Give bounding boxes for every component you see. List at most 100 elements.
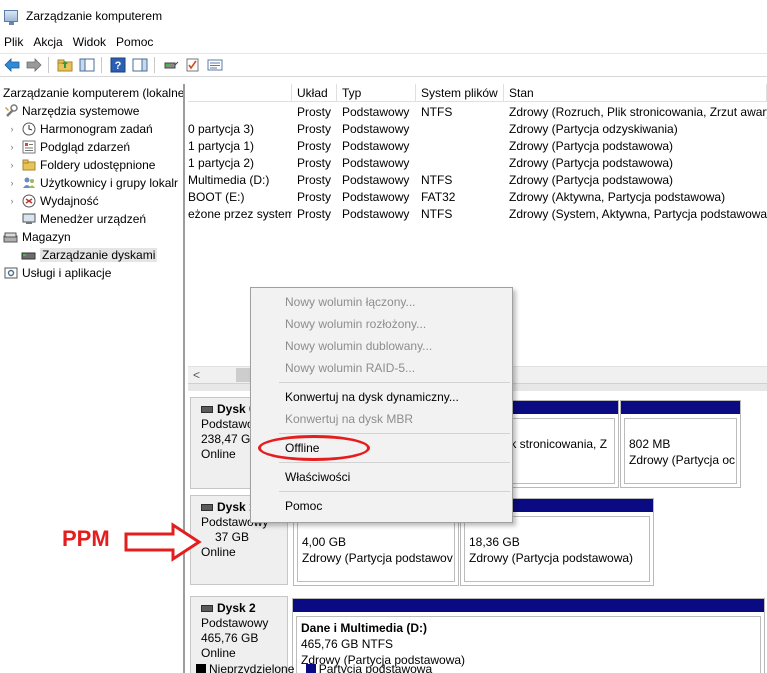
show-hide-tree-icon[interactable] xyxy=(77,55,97,75)
tree-item-shared-folders[interactable]: › Foldery udostępnione xyxy=(0,156,183,174)
tree-item-local-users[interactable]: › Użytkownicy i grupy lokalr xyxy=(0,174,183,192)
status-cell: Zdrowy (Aktywna, Partycja podstawowa) xyxy=(509,190,726,204)
tree-item-device-manager[interactable]: Menedżer urządzeń xyxy=(0,210,183,228)
layout-cell: Prosty xyxy=(297,173,332,187)
volume-name-cell: BOOT (E:) xyxy=(188,190,245,204)
filesystem-cell xyxy=(421,138,504,155)
toolbar-separator xyxy=(48,57,49,73)
filesystem-cell xyxy=(421,155,504,172)
show-action-pane-icon[interactable] xyxy=(130,55,150,75)
tree-item-services-apps[interactable]: Usługi i aplikacje xyxy=(0,264,183,282)
scroll-left-arrow-icon[interactable]: < xyxy=(193,368,200,382)
filesystem-cell: FAT32 xyxy=(421,190,456,204)
type-cell: Podstawowy xyxy=(342,156,410,170)
disk-management-icon xyxy=(21,248,37,262)
partition-body: 802 MB Zdrowy (Partycja oc xyxy=(624,418,737,484)
performance-icon xyxy=(21,194,37,208)
tree-item-label: Zarządzanie dyskami xyxy=(40,248,158,262)
volume-name-cell: 1 partycja 2) xyxy=(188,156,255,170)
filesystem-cell xyxy=(421,121,504,138)
tools-icon xyxy=(3,104,19,118)
tree-item-computer-management[interactable]: Zarządzanie komputerem (lokalne xyxy=(0,84,183,102)
up-folder-icon[interactable] xyxy=(55,55,75,75)
menu-help[interactable]: Pomoc xyxy=(111,35,158,49)
menu-item-new-spanned-volume: Nowy wolumin łączony... xyxy=(285,295,416,309)
partition-body: lik stronicowania, Z xyxy=(504,418,615,484)
partition-status: Zdrowy (Partycja podstawowa) xyxy=(469,551,634,565)
help-icon[interactable]: ? xyxy=(108,55,128,75)
disk-size: 465,76 GB xyxy=(201,631,259,645)
legend-label: Partycja podstawowa xyxy=(318,662,433,673)
back-arrow-icon[interactable] xyxy=(2,55,22,75)
column-header-filesystem[interactable]: System plików xyxy=(416,84,504,102)
layout-cell: Prosty xyxy=(297,156,332,170)
computer-management-app-icon xyxy=(4,10,18,25)
menu-view[interactable]: Widok xyxy=(68,35,111,49)
expand-chevron-icon[interactable]: › xyxy=(7,142,17,152)
disk-state: Online xyxy=(201,545,236,559)
storage-icon xyxy=(3,230,19,244)
tree-item-label: Narzędzia systemowe xyxy=(22,104,140,118)
disk-icon xyxy=(201,406,213,413)
event-viewer-icon xyxy=(21,140,37,154)
navigation-tree: Zarządzanie komputerem (lokalne Narzędzi… xyxy=(0,84,185,673)
type-cell: Podstawowy xyxy=(342,122,410,136)
status-cell: Zdrowy (Rozruch, Plik stronicowania, Zrz… xyxy=(509,105,767,119)
volume-name-cell: 1 partycja 1) xyxy=(188,139,255,153)
tree-item-label: Magazyn xyxy=(22,230,71,244)
tree-item-disk-management[interactable]: Zarządzanie dyskami xyxy=(0,246,183,264)
tree-item-task-scheduler[interactable]: › Harmonogram zadań xyxy=(0,120,183,138)
type-cell: Podstawowy xyxy=(342,105,410,119)
disk-0-partition-c[interactable]: lik stronicowania, Z xyxy=(500,400,619,488)
layout-cell: Prosty xyxy=(297,122,332,136)
menu-item-properties[interactable]: Właściwości xyxy=(285,469,350,485)
legend-label: Nieprzydzielone xyxy=(209,662,295,673)
tree-item-label: Harmonogram zadań xyxy=(40,122,153,136)
partition-size: 465,76 GB NTFS xyxy=(301,637,394,651)
disk-name: Dysk 2 xyxy=(217,601,256,615)
forward-arrow-icon[interactable] xyxy=(24,55,44,75)
column-header-volume[interactable] xyxy=(188,84,292,102)
tree-item-system-tools[interactable]: Narzędzia systemowe xyxy=(0,102,183,120)
expand-chevron-icon[interactable]: › xyxy=(7,160,17,170)
menu-file[interactable]: Plik xyxy=(0,35,28,49)
tree-item-label: Menedżer urządzeń xyxy=(40,212,147,226)
menu-separator xyxy=(279,462,510,463)
partition-size: 4,00 GB xyxy=(302,535,347,549)
menu-action[interactable]: Akcja xyxy=(28,35,67,49)
svg-text:?: ? xyxy=(115,60,122,72)
toolbar: ? xyxy=(0,53,767,77)
partition-status: Zdrowy (Partycja podstawov xyxy=(302,551,453,565)
menu-item-help[interactable]: Pomoc xyxy=(285,498,322,514)
checklist-icon[interactable] xyxy=(183,55,203,75)
column-header-type[interactable]: Typ xyxy=(337,84,416,102)
filesystem-cell: NTFS xyxy=(421,173,453,187)
menu-separator xyxy=(279,382,510,383)
properties-icon[interactable] xyxy=(205,55,225,75)
tree-item-event-viewer[interactable]: › Podgląd zdarzeń xyxy=(0,138,183,156)
tree-item-storage[interactable]: Magazyn xyxy=(0,228,183,246)
connect-disk-icon[interactable] xyxy=(161,55,181,75)
status-cell: Zdrowy (Partycja podstawowa) xyxy=(509,173,674,187)
expand-chevron-icon[interactable]: › xyxy=(7,178,17,188)
filesystem-cell: NTFS xyxy=(421,207,453,221)
disk-type: Podstawowy xyxy=(201,616,269,630)
tree-item-performance[interactable]: › Wydajność xyxy=(0,192,183,210)
menu-item-convert-to-mbr: Konwertuj na dysk MBR xyxy=(285,412,414,426)
menu-item-new-striped-volume: Nowy wolumin rozłożony... xyxy=(285,317,427,331)
tree-item-label: Zarządzanie komputerem (lokalne xyxy=(3,86,185,100)
menu-item-convert-to-dynamic[interactable]: Konwertuj na dysk dynamiczny... xyxy=(285,389,459,405)
clock-icon xyxy=(21,122,37,136)
disk-state: Online xyxy=(201,646,236,660)
type-cell: Podstawowy xyxy=(342,173,410,187)
column-header-status[interactable]: Stan xyxy=(504,84,767,102)
expand-chevron-icon[interactable]: › xyxy=(7,124,17,134)
column-header-layout[interactable]: Układ xyxy=(292,84,337,102)
menu-separator xyxy=(279,433,510,434)
menu-bar: Plik Akcja Widok Pomoc xyxy=(0,32,767,52)
expand-chevron-icon[interactable]: › xyxy=(7,196,17,206)
legend-swatch-unallocated xyxy=(196,664,206,673)
volume-name-cell: Multimedia (D:) xyxy=(188,173,270,187)
disk-0-partition-recovery[interactable]: 802 MB Zdrowy (Partycja oc xyxy=(620,400,741,488)
status-cell: Zdrowy (Partycja podstawowa) xyxy=(509,139,674,153)
